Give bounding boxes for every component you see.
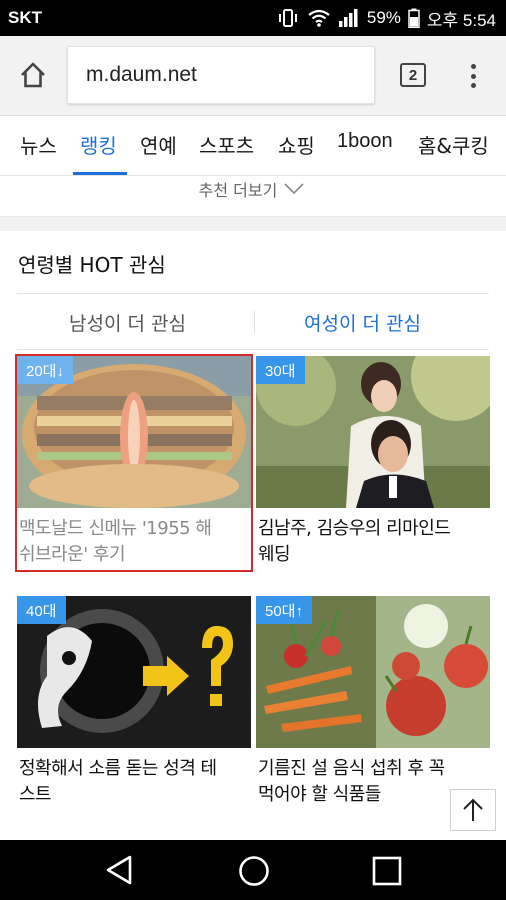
article-card-40s[interactable]: 40대 정확해서 소름 돋는 성격 테 스트	[17, 596, 251, 810]
system-home-button[interactable]	[238, 855, 270, 891]
system-navigation-bar	[0, 840, 506, 900]
tab-sports[interactable]: 스포츠	[199, 130, 254, 159]
overflow-menu-icon[interactable]	[466, 60, 480, 92]
article-thumbnail: 30대	[256, 356, 490, 508]
caption-line: 쉬브라운' 후기	[19, 544, 126, 565]
divider	[17, 349, 489, 350]
tab-1boon[interactable]: 1boon	[337, 130, 393, 153]
category-nav: 뉴스 랭킹 연예 스포츠 쇼핑 1boon 홈&쿠킹	[0, 116, 506, 176]
carrier-label: SKT	[8, 8, 42, 27]
caption-line: 맥도날드 신메뉴 '1955 해	[19, 518, 212, 539]
article-card-50s[interactable]: 50대↑ 기름진 설 음식 섭취 후 꼭 먹어야 할 식품들	[256, 596, 490, 810]
divider	[254, 311, 255, 333]
tab-ranking[interactable]: 랭킹	[80, 130, 117, 159]
battery-icon	[408, 8, 420, 28]
chevron-down-icon	[284, 183, 304, 195]
article-card-30s[interactable]: 30대 김남주, 김승우의 리마인드 웨딩	[256, 356, 490, 570]
home-button[interactable]	[16, 58, 50, 92]
caption-line: 정확해서 소름 돋는 성격 테	[19, 758, 217, 779]
scroll-to-top-button[interactable]	[450, 789, 496, 831]
battery-percent: 59%	[366, 8, 401, 27]
divider	[17, 293, 489, 294]
tab-male-interest[interactable]: 남성이 더 관심	[69, 309, 186, 336]
tab-switcher-button[interactable]: 2	[400, 63, 426, 87]
tab-entertainment[interactable]: 연예	[140, 130, 177, 159]
age-badge: 50대↑	[256, 596, 312, 624]
tab-shopping[interactable]: 쇼핑	[278, 130, 315, 159]
wifi-icon	[307, 8, 331, 28]
article-thumbnail: 40대	[17, 596, 251, 748]
tab-home-cooking[interactable]: 홈&쿠킹	[418, 130, 489, 159]
section-gap	[0, 217, 506, 231]
section-title: 연령별 HOT 관심	[18, 253, 166, 277]
article-thumbnail: 50대↑	[256, 596, 490, 748]
article-caption: 김남주, 김승우의 리마인드 웨딩	[258, 516, 488, 568]
recent-apps-button[interactable]	[371, 855, 403, 891]
article-caption: 정확해서 소름 돋는 성격 테 스트	[19, 756, 249, 808]
recommend-more-button[interactable]: 추천 더보기	[0, 177, 506, 217]
vibrate-icon	[276, 8, 300, 28]
home-circle-icon	[239, 856, 269, 886]
browser-toolbar: m.daum.net 2	[0, 36, 506, 116]
article-card-20s[interactable]: 20대↓ 맥도날드 신메뉴 '1955 해 쉬브라운' 후기	[15, 354, 253, 572]
clock: 오후 5:54	[426, 10, 496, 30]
caption-line: 스트	[19, 784, 52, 805]
address-bar[interactable]: m.daum.net	[67, 46, 375, 104]
caption-line: 김남주, 김승우의 리마인드	[258, 518, 451, 539]
article-thumbnail: 20대↓	[17, 356, 251, 508]
back-icon	[106, 855, 132, 885]
active-tab-indicator	[73, 172, 127, 175]
signal-icon	[338, 8, 360, 28]
caption-line: 웨딩	[258, 544, 291, 565]
status-bar: SKT 59% 오후 5:54	[0, 0, 506, 36]
age-badge: 20대↓	[17, 356, 73, 384]
arrow-up-icon	[463, 798, 483, 821]
article-caption: 맥도날드 신메뉴 '1955 해 쉬브라운' 후기	[19, 516, 249, 568]
back-button[interactable]	[104, 854, 136, 890]
age-badge: 30대	[256, 356, 305, 384]
caption-line: 기름진 설 음식 섭취 후 꼭	[258, 758, 445, 779]
tab-female-interest[interactable]: 여성이 더 관심	[304, 309, 421, 336]
age-badge: 40대	[17, 596, 66, 624]
home-icon	[21, 62, 45, 88]
recommend-more-label: 추천 더보기	[198, 181, 278, 200]
recent-apps-icon	[372, 856, 402, 886]
hot-by-age-section: 연령별 HOT 관심 남성이 더 관심 여성이 더 관심 20대↓ 맥도날드 신	[0, 231, 506, 837]
tab-news[interactable]: 뉴스	[20, 130, 57, 159]
